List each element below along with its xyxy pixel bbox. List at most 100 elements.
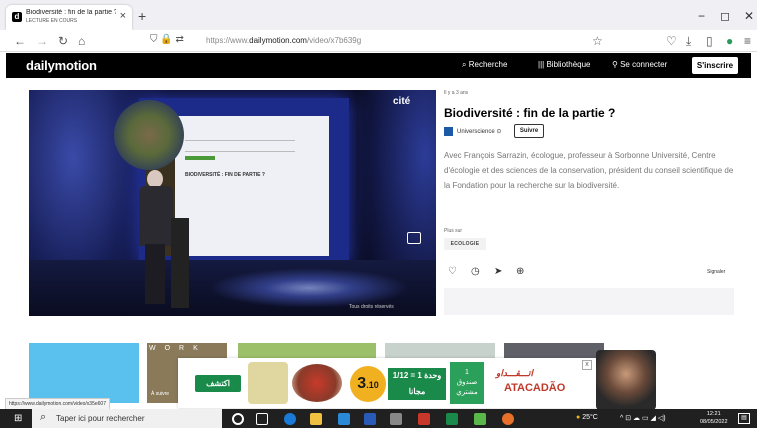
search-icon: ⌕	[40, 411, 47, 423]
share-icon[interactable]: ➤	[494, 266, 502, 277]
browser-tab[interactable]: d Biodiversité : fin de la partie ? LECT…	[6, 5, 132, 30]
ad-close-icon[interactable]: x	[582, 360, 592, 370]
download-icon[interactable]: ⤓	[686, 34, 691, 49]
minimize-button[interactable]: −	[698, 9, 705, 23]
watch-later-icon[interactable]: ◷	[471, 266, 480, 277]
file-explorer-icon[interactable]	[310, 413, 322, 425]
channel-avatar-icon[interactable]	[444, 127, 453, 136]
cortana-icon[interactable]	[232, 413, 244, 425]
up-next-label: À suivre	[151, 391, 170, 397]
powerpoint-icon[interactable]	[418, 413, 430, 425]
url-text: https://www.dailymotion.com/video/x7b639…	[206, 36, 362, 45]
ad-box-count: 1	[465, 369, 469, 376]
task-view-icon[interactable]	[256, 413, 268, 425]
report-link[interactable]: Signaler	[707, 269, 725, 275]
video-title: Biodiversité : fin de la partie ?	[444, 106, 616, 120]
channel-name[interactable]: Universcience ⊙	[457, 128, 501, 135]
fullscreen-icon[interactable]	[407, 232, 421, 244]
user-icon: ⚲	[612, 60, 618, 69]
floor-light-pattern	[209, 268, 409, 308]
more-on-label: Plus sur	[444, 228, 463, 234]
clock-time: 12:21	[706, 411, 721, 417]
side-placeholder-box	[444, 288, 734, 315]
tab-close-icon[interactable]: ×	[120, 10, 126, 22]
cite-logo: cité	[393, 96, 411, 107]
maximize-button[interactable]: ◻	[720, 9, 730, 23]
ad-brand-logo: ATACADÃO	[504, 382, 566, 394]
follow-button[interactable]: Suivre	[514, 124, 544, 138]
like-heart-icon[interactable]: ♡	[448, 266, 457, 277]
verified-icon: ⊙	[496, 129, 502, 135]
ad-price-badge: 3.10	[350, 366, 386, 402]
shield-lock-icon: ⛉ 🔒 ⇄	[150, 34, 184, 45]
ad-product-image	[248, 362, 288, 404]
add-to-playlist-icon[interactable]: ⊕	[516, 266, 524, 277]
ad-brand-arabic: اتـــقـــداو	[496, 368, 533, 378]
presentation-slide: BIODIVERSITÉ : FIN DE PARTIE ?	[175, 116, 329, 256]
library-link[interactable]: ||| Bibliothèque	[538, 60, 591, 69]
pocket-icon[interactable]: ♡	[666, 34, 677, 48]
slide-title: BIODIVERSITÉ : FIN DE PARTIE ?	[185, 172, 265, 178]
app-icon[interactable]	[390, 413, 402, 425]
weather-temp: 25°C	[582, 414, 598, 421]
excel-icon[interactable]	[446, 413, 458, 425]
slide-green-bar	[185, 156, 215, 160]
taskbar: ⊞ ⌕ Taper ici pour rechercher ● 25°C ^ ⊡…	[0, 409, 757, 428]
reload-icon[interactable]: ↻	[58, 34, 68, 48]
sidebar-icon[interactable]: ▯	[706, 34, 713, 48]
video-description: Avec François Sarrazin, écologue, profes…	[444, 151, 734, 190]
edge-icon[interactable]	[284, 413, 296, 425]
close-window-button[interactable]: ✕	[744, 9, 754, 23]
ad-person-image	[596, 350, 656, 410]
library-label: Bibliothèque	[546, 60, 591, 69]
firefox-icon[interactable]	[502, 413, 514, 425]
library-icon: |||	[538, 60, 545, 69]
menu-icon[interactable]: ≡	[744, 34, 751, 48]
bookmark-star-icon[interactable]: ☆	[592, 34, 603, 48]
video-player[interactable]: BIODIVERSITÉ : FIN DE PARTIE ? cité Tous…	[29, 90, 436, 316]
rights-text: Tous droits réservés	[349, 304, 394, 310]
site-header: dailymotion ⌕ Recherche ||| Bibliothèque…	[6, 53, 751, 78]
address-bar[interactable]: ⛉ 🔒 ⇄ https://www.dailymotion.com/video/…	[150, 32, 610, 50]
tray-icons[interactable]: ^ ⊡ ☁ ▭ ◢ ◁)	[620, 414, 666, 422]
login-label: Se connecter	[620, 60, 668, 69]
upload-age: Il y a 3 ans	[444, 90, 469, 96]
ad-box-buyer: مشتري	[456, 389, 478, 396]
speaker-legs	[145, 244, 165, 304]
tab-bar: d Biodiversité : fin de la partie ? LECT…	[0, 0, 757, 30]
store-icon[interactable]	[338, 413, 350, 425]
slide-flower-image	[114, 100, 184, 170]
home-icon[interactable]: ⌂	[78, 34, 85, 48]
clock[interactable]: 12:21 08/05/2022	[700, 410, 728, 426]
taskbar-search-placeholder: Taper ici pour rechercher	[56, 414, 145, 423]
forward-arrow-icon[interactable]: →	[36, 34, 48, 48]
tag-chip[interactable]: ECOLOGIE	[444, 238, 486, 250]
dailymotion-favicon-icon: d	[12, 12, 22, 22]
taskbar-search[interactable]: ⌕ Taper ici pour rechercher	[32, 409, 222, 428]
tab-title: Biodiversité : fin de la partie ?	[26, 9, 116, 16]
clock-date: 08/05/2022	[700, 419, 728, 425]
search-link[interactable]: ⌕ Recherche	[462, 60, 507, 70]
ad-offer-bottom: مجانا	[408, 387, 426, 396]
dailymotion-logo[interactable]: dailymotion	[26, 58, 97, 73]
search-label: Recherche	[468, 60, 508, 69]
ad-offer-box: 1/12 = 1 وحدة مجانا	[388, 368, 446, 400]
back-arrow-icon[interactable]: ←	[14, 34, 26, 48]
ad-banner[interactable]: اكتشف 3.10 1/12 = 1 وحدة مجانا 1 صندوق مشتر…	[178, 350, 656, 410]
notification-icon[interactable]: ▤	[738, 413, 750, 424]
ad-product-image	[292, 364, 342, 402]
new-tab-button[interactable]: +	[138, 8, 146, 24]
slide-lines	[185, 140, 295, 152]
signup-button[interactable]: S'inscrire	[692, 57, 738, 74]
ad-box-label: صندوق	[456, 379, 478, 386]
reco-thumbnail[interactable]	[29, 343, 139, 403]
app-icon[interactable]	[474, 413, 486, 425]
login-link[interactable]: ⚲ Se connecter	[612, 60, 667, 69]
ad-discover-button[interactable]: اكتشف	[195, 375, 241, 392]
weather-widget[interactable]: ● 25°C	[576, 414, 598, 421]
word-icon[interactable]	[364, 413, 376, 425]
extension-icon[interactable]: ●	[726, 34, 733, 48]
windows-start-icon[interactable]: ⊞	[14, 413, 25, 424]
search-icon: ⌕	[462, 60, 467, 69]
navigation-bar: ← → ↻ ⌂ ⛉ 🔒 ⇄ https://www.dailymotion.co…	[0, 30, 757, 52]
